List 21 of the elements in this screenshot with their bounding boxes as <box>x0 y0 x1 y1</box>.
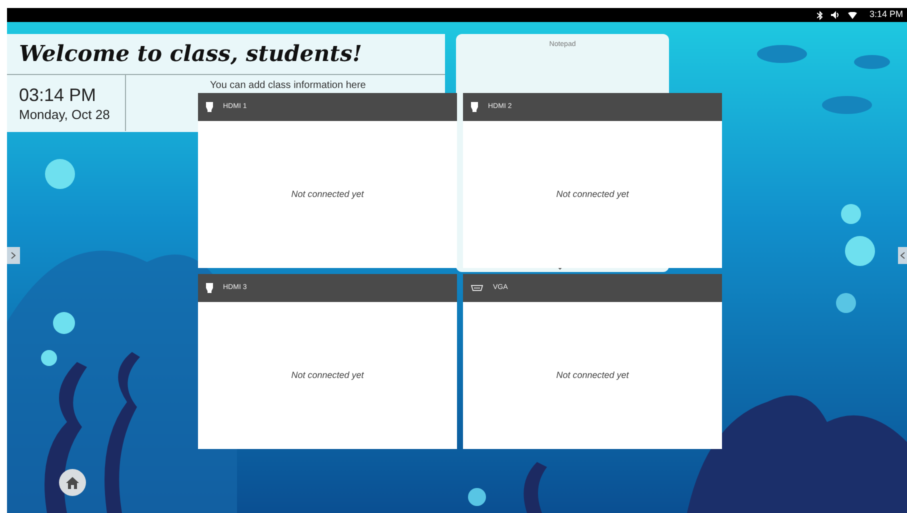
connection-status: Not connected yet <box>291 368 364 382</box>
clock-date: Monday, Oct 28 <box>19 106 111 124</box>
plug-icon <box>206 102 213 112</box>
bluetooth-icon <box>817 10 824 20</box>
expand-left-tab[interactable] <box>7 247 20 264</box>
status-time: 3:14 PM <box>869 8 903 22</box>
plug-icon <box>206 283 213 293</box>
welcome-title: Welcome to class, students! <box>7 34 445 75</box>
chevron-right-icon <box>11 252 16 259</box>
volume-icon <box>831 11 840 19</box>
wifi-icon <box>848 12 858 18</box>
connector-icon <box>471 285 483 291</box>
home-icon <box>66 476 79 488</box>
expand-right-tab[interactable] <box>898 247 907 264</box>
connection-status: Not connected yet <box>556 188 629 201</box>
plug-icon <box>471 102 478 112</box>
chevron-left-icon <box>900 252 905 259</box>
connection-status: Not connected yet <box>556 368 629 382</box>
class-info-text: You can add class information here <box>209 79 366 93</box>
connection-status: Not connected yet <box>291 188 364 201</box>
clock-time: 03:14 PM <box>19 85 98 105</box>
